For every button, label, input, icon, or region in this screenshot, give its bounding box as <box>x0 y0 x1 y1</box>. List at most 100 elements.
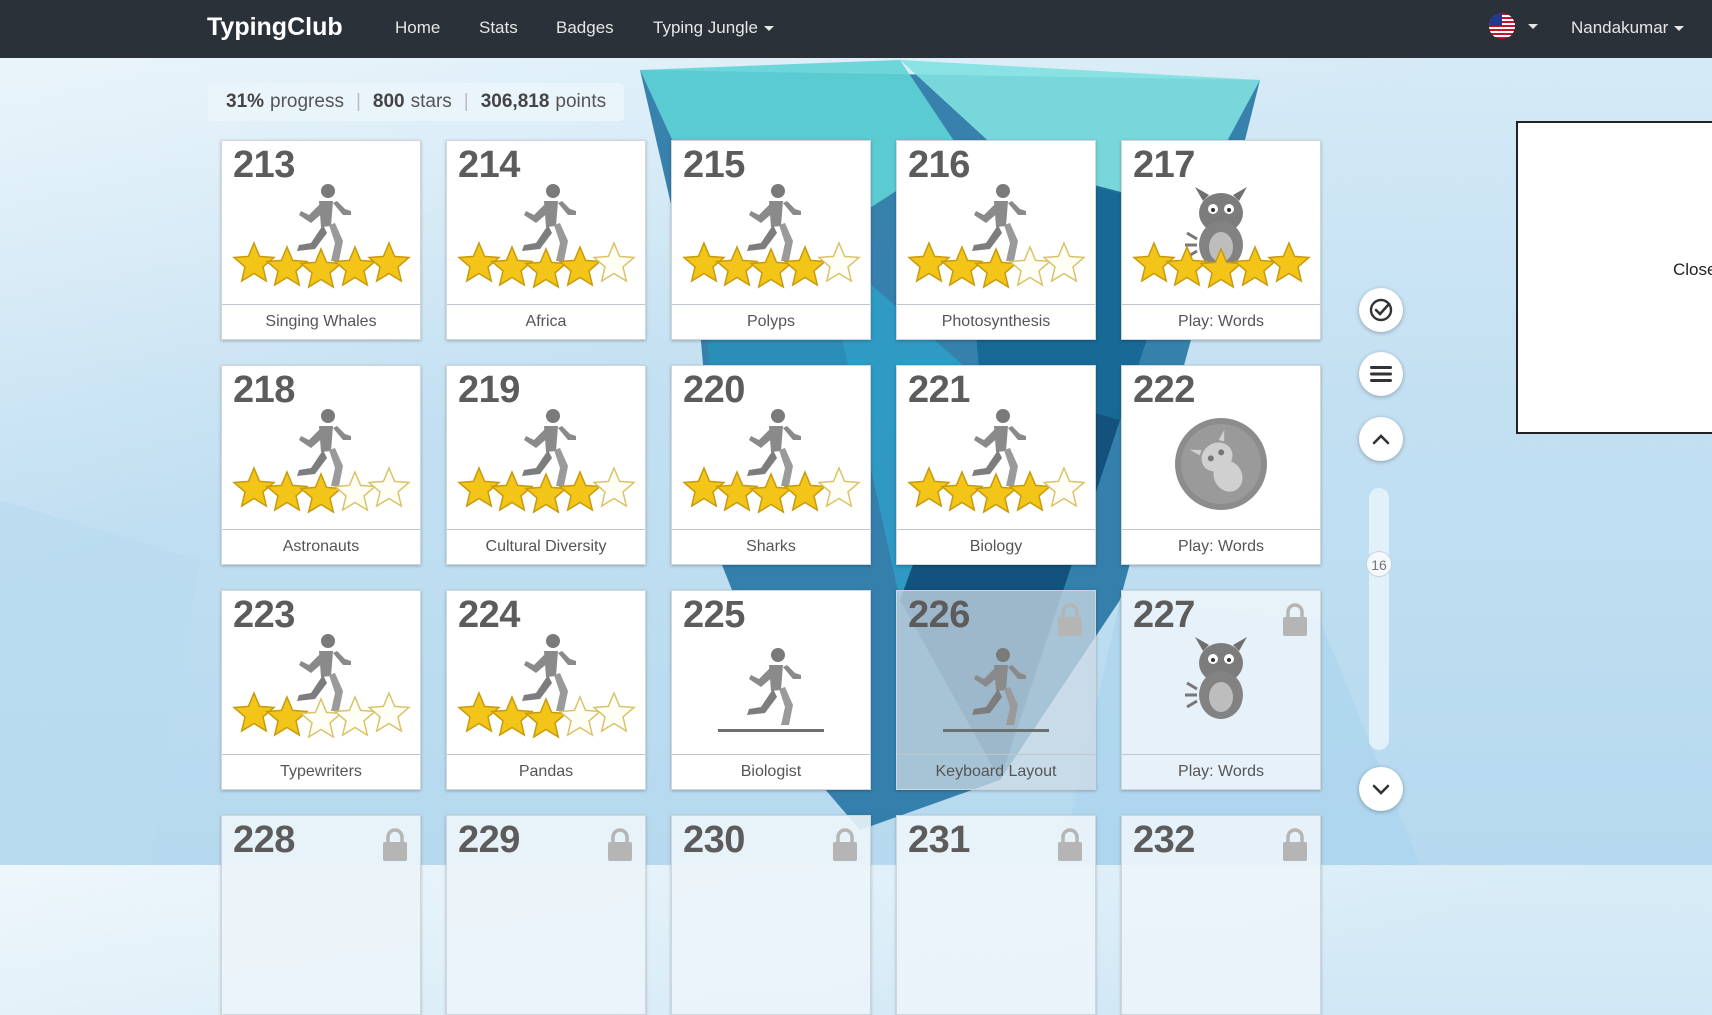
divider: | <box>355 91 361 112</box>
lock-icon-wrapper <box>1282 828 1308 862</box>
lesson-card-221[interactable]: 221 Biology <box>896 365 1096 565</box>
lock-icon-wrapper <box>1057 828 1083 862</box>
lesson-card-217[interactable]: 217 Play: Words <box>1121 140 1321 340</box>
scroll-position-indicator[interactable]: 16 <box>1366 551 1392 577</box>
lesson-title: Play: Words <box>1122 529 1320 564</box>
empty-star-icon <box>1008 245 1052 287</box>
lesson-scrollbar[interactable] <box>1369 488 1389 750</box>
side-panel: Close <box>1516 121 1712 434</box>
lock-icon <box>1283 603 1307 636</box>
lesson-title: Sharks <box>672 529 870 564</box>
lesson-title: Pandas <box>447 754 645 789</box>
lesson-card-216[interactable]: 216 Photosynthesis <box>896 140 1096 340</box>
empty-star-icon <box>299 697 343 739</box>
lesson-card-232[interactable]: 232 <box>1121 815 1321 1015</box>
lesson-card-225[interactable]: 225 Biologist <box>671 590 871 790</box>
lesson-art <box>941 645 1051 740</box>
empty-star-icon <box>817 241 861 283</box>
filled-star-icon <box>974 247 1018 289</box>
star-rating <box>457 691 636 739</box>
chevron-down-icon <box>1674 26 1685 32</box>
filled-star-icon <box>783 470 827 512</box>
filled-star-icon <box>749 472 793 514</box>
lock-icon-wrapper <box>607 828 633 862</box>
scroll-down-button[interactable] <box>1359 767 1403 811</box>
filled-star-icon <box>558 470 602 512</box>
nav-typing-jungle-label: Typing Jungle <box>653 18 758 37</box>
nav-badges[interactable]: Badges <box>556 18 614 38</box>
filled-star-icon <box>524 247 568 289</box>
lesson-card-223[interactable]: 223 Typewriters <box>221 590 421 790</box>
runner-track-icon <box>718 648 824 732</box>
lesson-title: Play: Words <box>1122 754 1320 789</box>
lesson-card-214[interactable]: 214 Africa <box>446 140 646 340</box>
nav-home[interactable]: Home <box>395 18 440 38</box>
filled-star-icon <box>715 470 759 512</box>
brand-logo[interactable]: TypingClub <box>207 13 343 42</box>
lesson-title: Biology <box>897 529 1095 564</box>
lock-icon <box>383 828 407 861</box>
chevron-down-icon[interactable] <box>1528 24 1538 29</box>
check-circle-button[interactable] <box>1359 288 1403 332</box>
divider: | <box>463 91 469 112</box>
empty-star-icon <box>367 691 411 733</box>
close-button[interactable]: Close <box>1673 260 1712 280</box>
lesson-title: Africa <box>447 304 645 339</box>
lesson-card-213[interactable]: 213 Singing Whales <box>221 140 421 340</box>
lesson-card-227[interactable]: 227 Play: Words <box>1121 590 1321 790</box>
star-rating <box>232 466 411 514</box>
filled-star-icon <box>1267 241 1311 283</box>
empty-star-icon <box>333 695 377 737</box>
filled-star-icon <box>490 245 534 287</box>
lesson-card-228[interactable]: 228 <box>221 815 421 1015</box>
lesson-number: 229 <box>458 819 520 861</box>
filled-star-icon <box>715 245 759 287</box>
lesson-card-230[interactable]: 230 <box>671 815 871 1015</box>
lesson-card-231[interactable]: 231 <box>896 815 1096 1015</box>
lesson-number: 225 <box>683 594 745 636</box>
lesson-title: Cultural Diversity <box>447 529 645 564</box>
filled-star-icon <box>265 470 309 512</box>
lesson-card-229[interactable]: 229 <box>446 815 646 1015</box>
filled-star-icon <box>1008 470 1052 512</box>
lesson-card-215[interactable]: 215 Polyps <box>671 140 871 340</box>
lesson-card-220[interactable]: 220 Sharks <box>671 365 871 565</box>
lock-icon <box>1058 603 1082 636</box>
filled-star-icon <box>783 245 827 287</box>
lock-icon <box>1058 828 1082 861</box>
points-label: points <box>555 91 607 112</box>
empty-star-icon <box>592 466 636 508</box>
lesson-card-224[interactable]: 224 Pandas <box>446 590 646 790</box>
lesson-card-218[interactable]: 218 Astronauts <box>221 365 421 565</box>
empty-star-icon <box>333 470 377 512</box>
lesson-card-222[interactable]: 222 Play: Words <box>1121 365 1321 565</box>
us-flag-icon[interactable] <box>1489 13 1515 39</box>
lesson-title: Keyboard Layout <box>897 754 1095 789</box>
lesson-number: 222 <box>1133 369 1195 411</box>
progress-label: progress <box>270 91 344 112</box>
nav-typing-jungle[interactable]: Typing Jungle <box>653 18 774 38</box>
nav-stats[interactable]: Stats <box>479 18 518 38</box>
user-menu[interactable]: Nandakumar <box>1571 18 1685 38</box>
star-rating <box>682 241 861 289</box>
star-rating <box>1132 241 1311 289</box>
progress-value: 31% <box>226 91 265 112</box>
lesson-number: 231 <box>908 819 970 861</box>
lock-icon-wrapper <box>832 828 858 862</box>
scroll-up-button[interactable] <box>1359 417 1403 461</box>
menu-button[interactable] <box>1359 352 1403 396</box>
empty-star-icon <box>817 466 861 508</box>
lock-icon-wrapper <box>1282 603 1308 637</box>
lesson-number: 232 <box>1133 819 1195 861</box>
lesson-title: Polyps <box>672 304 870 339</box>
lock-icon <box>1283 828 1307 861</box>
chevron-down-icon <box>763 26 774 32</box>
chevron-up-icon <box>1372 434 1390 445</box>
star-rating <box>457 241 636 289</box>
lesson-card-226[interactable]: 226 Keyboard Layout <box>896 590 1096 790</box>
filled-star-icon <box>333 245 377 287</box>
lesson-card-219[interactable]: 219 Cultural Diversity <box>446 365 646 565</box>
filled-star-icon <box>1233 245 1277 287</box>
progress-summary: 31% progress | 800 stars | 306,818 point… <box>208 83 625 121</box>
lesson-number: 230 <box>683 819 745 861</box>
